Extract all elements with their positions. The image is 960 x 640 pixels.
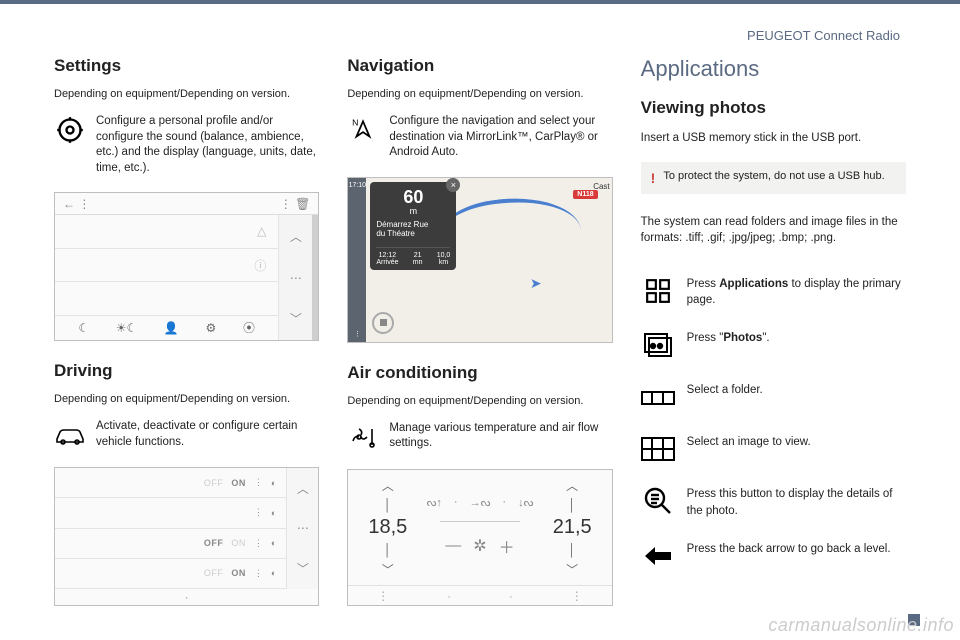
step-details: Press this button to display the details…	[641, 486, 906, 518]
down-icon[interactable]: ﹀	[297, 560, 309, 577]
fan-icon	[347, 421, 379, 453]
gear-small-icon[interactable]: ⚙	[206, 321, 217, 335]
step-folder: Select a folder.	[641, 382, 906, 412]
route-line	[437, 188, 585, 277]
ac-desc-row: Manage various temperature and air flow …	[347, 421, 612, 453]
toggle-row[interactable]: OFF ON ⋮◐	[55, 468, 286, 498]
settings-tabs[interactable]: ☾ ☀☾ 👤 ⚙ ⦿	[55, 316, 278, 340]
back-arrow-icon	[641, 541, 675, 571]
column-left: Settings Depending on equipment/Dependin…	[54, 56, 319, 616]
car-icon	[54, 419, 86, 451]
brightness-icon[interactable]: ☀☾	[116, 321, 138, 335]
ac-subtext: Depending on equipment/Depending on vers…	[347, 395, 612, 407]
ac-heading: Air conditioning	[347, 363, 612, 383]
driving-subtext: Depending on equipment/Depending on vers…	[54, 393, 319, 405]
header-section-label: PEUGEOT Connect Radio	[747, 28, 900, 43]
dots-icon[interactable]: ⋯	[297, 521, 309, 535]
warning-icon: !	[651, 170, 656, 186]
close-icon[interactable]: ×	[446, 178, 460, 192]
side-dots: ⋮	[354, 330, 361, 338]
formats-text: The system can read folders and image fi…	[641, 214, 906, 246]
ac-right-temp[interactable]: ︿│ 21,5 │﹀	[553, 477, 592, 578]
step-back: Press the back arrow to go back a level.	[641, 541, 906, 571]
map-area[interactable]: N118 Cast ➤ × 60 m Démarrez Rue du Théat…	[366, 178, 611, 342]
settings-subtext: Depending on equipment/Depending on vers…	[54, 88, 319, 100]
svg-text:N: N	[352, 118, 358, 128]
step-image: Select an image to view.	[641, 434, 906, 464]
settings-desc-row: Configure a personal profile and/or conf…	[54, 114, 319, 176]
dots-icon[interactable]: ⋯	[290, 271, 302, 285]
list-row[interactable]: △	[55, 215, 278, 249]
nav-desc-text: Configure the navigation and select your…	[389, 114, 612, 161]
ac-seat-icons[interactable]: ᔓ↑·→ᔓ·↓ᔓ	[427, 496, 534, 509]
more-icon[interactable]: ⋮ 🗑	[280, 197, 311, 211]
nav-street: Démarrez Rue du Théatre	[376, 220, 450, 239]
fan-small-icon: ✲	[473, 536, 486, 556]
down-icon[interactable]: ﹀	[290, 310, 302, 327]
settings-heading: Settings	[54, 56, 319, 76]
back-icon[interactable]: ← ⋮	[63, 197, 90, 211]
column-right: Applications Viewing photos Insert a USB…	[641, 56, 906, 616]
navigation-heading: Navigation	[347, 56, 612, 76]
warning-box: ! To protect the system, do not use a US…	[641, 162, 906, 194]
driving-desc-row: Activate, deactivate or configure certai…	[54, 419, 319, 451]
grid-icon	[641, 276, 675, 306]
compass-icon: N	[347, 114, 379, 146]
warning-text: To protect the system, do not use a USB …	[663, 170, 884, 182]
stop-button[interactable]	[372, 312, 394, 334]
toggle-row[interactable]: ⋮◐	[55, 498, 286, 528]
nav-unit: m	[376, 206, 450, 216]
grid-3x2-icon	[641, 434, 675, 464]
toggle-row[interactable]: OFF ON ⋮◐	[55, 559, 286, 589]
step-applications: Press Applications to display the primar…	[641, 276, 906, 308]
list-row[interactable]	[55, 282, 278, 316]
nav-desc-row: N Configure the navigation and select yo…	[347, 114, 612, 161]
magnify-icon	[641, 486, 675, 516]
column-middle: Navigation Depending on equipment/Depend…	[347, 56, 612, 616]
nav-screenshot: 17:10 ⋮ N118 Cast ➤ × 60 m Démarrez Rue …	[347, 177, 612, 343]
navigation-subtext: Depending on equipment/Depending on vers…	[347, 88, 612, 100]
ac-screenshot: ︿│ 18,5 │﹀ ᔓ↑·→ᔓ·↓ᔓ —✲＋ ︿│ 21,5 │﹀	[347, 469, 612, 606]
step-photos: Press "Photos".	[641, 330, 906, 360]
settings-screenshot: ← ⋮ ⋮ 🗑 △ ⓘ ☾ ☀☾ 👤 ⚙ ⦿ ︿	[54, 192, 319, 341]
page-content: Settings Depending on equipment/Dependin…	[54, 56, 906, 616]
applications-heading: Applications	[641, 56, 906, 82]
side-time: 17:10	[349, 182, 367, 189]
photos-icon	[641, 330, 675, 360]
gear-icon	[54, 114, 86, 146]
driving-screenshot: OFF ON ⋮◐ ⋮◐ OFF ON ⋮◐ OFF ON ⋮◐	[54, 467, 319, 606]
up-icon[interactable]: ︿	[290, 228, 302, 245]
nav-panel: × 60 m Démarrez Rue du Théatre 12:12Arri…	[370, 182, 456, 270]
map-label: Cast	[593, 182, 609, 191]
toggle-row[interactable]: OFF ON ⋮◐	[55, 529, 286, 559]
location-icon[interactable]: ⦿	[243, 319, 255, 336]
location-marker-icon: ➤	[530, 275, 542, 292]
moon-icon[interactable]: ☾	[78, 321, 89, 335]
folder-strip-icon	[641, 382, 675, 412]
viewing-photos-heading: Viewing photos	[641, 98, 906, 118]
settings-desc-text: Configure a personal profile and/or conf…	[96, 114, 319, 176]
up-icon[interactable]: ︿	[297, 480, 309, 497]
ac-fan-row[interactable]: —✲＋	[445, 534, 514, 558]
ac-left-temp[interactable]: ︿│ 18,5 │﹀	[368, 477, 407, 578]
profile-icon[interactable]: 👤	[164, 321, 179, 335]
driving-heading: Driving	[54, 361, 319, 381]
road-badge: N118	[573, 190, 597, 199]
top-accent-bar	[0, 0, 960, 4]
nav-eta: 12:12Arrivée 21mn 10,0km	[376, 247, 450, 266]
nav-distance: 60	[376, 188, 450, 206]
driving-desc-text: Activate, deactivate or configure certai…	[96, 419, 319, 450]
watermark: carmanualsonline.info	[768, 615, 954, 636]
list-row[interactable]: ⓘ	[55, 249, 278, 283]
scrollbar[interactable]	[312, 215, 318, 340]
ac-desc-text: Manage various temperature and air flow …	[389, 421, 612, 452]
apps-intro: Insert a USB memory stick in the USB por…	[641, 130, 906, 146]
